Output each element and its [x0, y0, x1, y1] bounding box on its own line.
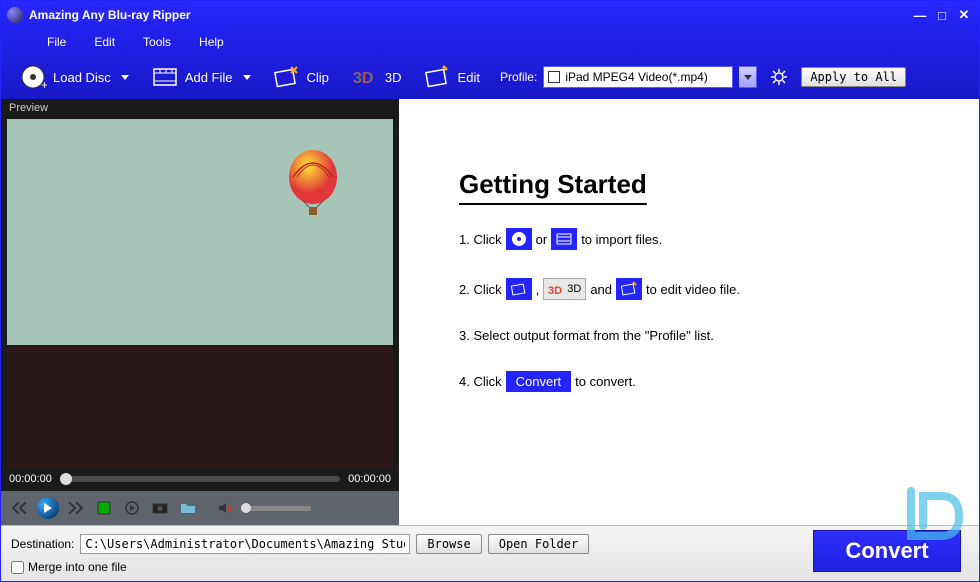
getting-started-heading: Getting Started: [459, 169, 929, 200]
app-logo-icon: [7, 7, 23, 23]
maximize-button[interactable]: □: [933, 8, 951, 22]
menu-tools[interactable]: Tools: [129, 31, 185, 53]
convert-button[interactable]: Convert: [813, 530, 961, 572]
step-button[interactable]: [121, 497, 143, 519]
profile-label: Profile:: [500, 70, 537, 84]
step-1: 1. Click or to import files.: [459, 228, 929, 250]
time-row: 00:00:00 00:00:00: [1, 467, 399, 491]
film-icon: [551, 228, 577, 250]
step-text: 3. Select output format from the "Profil…: [459, 328, 714, 343]
add-file-label: Add File: [185, 70, 233, 85]
profile-select[interactable]: iPad MPEG4 Video(*.mp4): [543, 66, 733, 88]
step-3: 3. Select output format from the "Profil…: [459, 328, 929, 343]
apply-to-all-button[interactable]: Apply to All: [801, 67, 906, 87]
next-button[interactable]: [65, 497, 87, 519]
edit-icon: [616, 278, 642, 300]
step-text: 2. Click: [459, 282, 502, 297]
time-total: 00:00:00: [348, 473, 391, 485]
time-current: 00:00:00: [9, 473, 52, 485]
three-d-icon: 3D3D: [543, 278, 586, 300]
load-disc-label: Load Disc: [53, 70, 111, 85]
player-controls: [1, 491, 399, 525]
preview-label: Preview: [1, 99, 399, 119]
snapshot-button[interactable]: [149, 497, 171, 519]
svg-text:3D: 3D: [353, 70, 373, 87]
balloon-graphic: [283, 149, 343, 229]
settings-button[interactable]: [769, 67, 789, 87]
disc-icon: +: [19, 63, 47, 91]
preview-panel: Preview 00:00:00 00:00:00: [1, 99, 399, 525]
clip-button[interactable]: Clip: [265, 59, 337, 95]
step-text: 1. Click: [459, 232, 502, 247]
browse-button[interactable]: Browse: [416, 534, 481, 554]
three-d-icon: 3D: [351, 63, 379, 91]
title-bar: Amazing Any Blu-ray Ripper — □ ✕: [1, 1, 979, 29]
window-title: Amazing Any Blu-ray Ripper: [29, 8, 191, 22]
step-text: 4. Click: [459, 374, 502, 389]
volume-slider[interactable]: [241, 506, 311, 511]
add-file-button[interactable]: Add File: [143, 59, 259, 95]
edit-icon: [424, 63, 452, 91]
bottom-bar: Destination: Browse Open Folder Merge in…: [1, 525, 979, 581]
profile-value: iPad MPEG4 Video(*.mp4): [565, 70, 708, 84]
dropdown-arrow-icon: [243, 75, 251, 80]
step-text: and: [590, 282, 612, 297]
profile-format-icon: [548, 71, 560, 83]
three-d-label: 3D: [385, 70, 402, 85]
step-text: ,: [536, 282, 540, 297]
minimize-button[interactable]: —: [911, 8, 929, 22]
destination-label: Destination:: [11, 537, 74, 551]
menu-bar: File Edit Tools Help: [1, 29, 979, 55]
stop-button[interactable]: [93, 497, 115, 519]
step-text: to edit video file.: [646, 282, 740, 297]
profile-dropdown-button[interactable]: [739, 66, 757, 88]
clip-icon: [273, 63, 301, 91]
preview-image: [7, 119, 393, 467]
convert-inline-label: Convert: [506, 371, 572, 392]
menu-file[interactable]: File: [33, 31, 80, 53]
step-text: to import files.: [581, 232, 662, 247]
merge-checkbox[interactable]: [11, 561, 24, 574]
close-button[interactable]: ✕: [955, 8, 973, 22]
time-slider[interactable]: [60, 476, 340, 482]
content-panel: Getting Started 1. Click or to import fi…: [399, 99, 979, 525]
film-icon: [151, 63, 179, 91]
prev-button[interactable]: [9, 497, 31, 519]
volume-control: [215, 497, 311, 519]
svg-text:+: +: [41, 78, 47, 91]
menu-edit[interactable]: Edit: [80, 31, 129, 53]
main-area: Preview 00:00:00 00:00:00: [1, 99, 979, 525]
edit-button[interactable]: Edit: [416, 59, 488, 95]
edit-label: Edit: [458, 70, 480, 85]
disc-icon: [506, 228, 532, 250]
toolbar: + Load Disc Add File Clip 3D 3D Edit Pro…: [1, 55, 979, 99]
svg-text:3D: 3D: [548, 285, 562, 296]
merge-label: Merge into one file: [28, 560, 127, 574]
menu-help[interactable]: Help: [185, 31, 238, 53]
mute-button[interactable]: [215, 497, 237, 519]
step-2: 2. Click , 3D3D and to edit video file.: [459, 278, 929, 300]
destination-input[interactable]: [80, 534, 410, 554]
open-folder-button[interactable]: Open Folder: [488, 534, 589, 554]
play-button[interactable]: [37, 497, 59, 519]
step-4: 4. Click Convert to convert.: [459, 371, 929, 392]
step-text: to convert.: [575, 374, 636, 389]
three-d-button[interactable]: 3D 3D: [343, 59, 410, 95]
load-disc-button[interactable]: + Load Disc: [11, 59, 137, 95]
clip-label: Clip: [307, 70, 329, 85]
dropdown-arrow-icon: [121, 75, 129, 80]
clip-icon: [506, 278, 532, 300]
folder-button[interactable]: [177, 497, 199, 519]
step-text: or: [536, 232, 548, 247]
